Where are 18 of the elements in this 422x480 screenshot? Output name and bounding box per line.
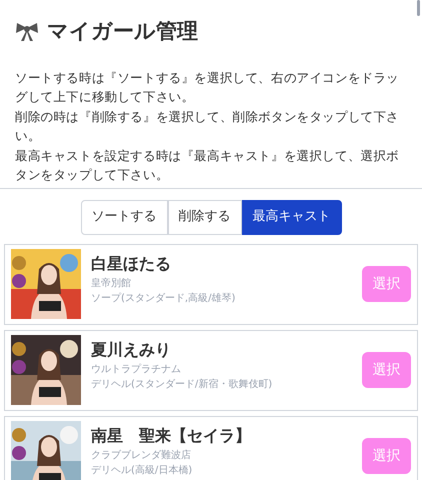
cast-name: 白星ほたる: [91, 254, 172, 274]
mode-tab[interactable]: 削除する: [168, 200, 242, 234]
mode-tab[interactable]: ソートする: [80, 200, 168, 234]
instruction-text: 最高キャストを設定する時は『最高キャスト』を選択して、選択ボタンをタップして下さい。: [15, 146, 400, 184]
page-title: マイガール管理: [47, 18, 198, 45]
scrollbar: [417, 0, 420, 16]
cast-name: 夏川えみり: [91, 340, 172, 360]
cast-name: 南星 聖来【セイラ】: [91, 426, 252, 446]
instruction-text: ソートする時は『ソートする』を選択して、右のアイコンをドラッグして上下に移動して下さい。: [15, 68, 400, 106]
mode-tab[interactable]: 最高キャスト: [242, 200, 342, 234]
category-text: デリヘル(高級/日本橋): [91, 464, 194, 478]
ribbon-icon: [15, 22, 39, 42]
instruction-text: 削除の時は『削除する』を選択して、削除ボタンをタップして下さい。: [15, 108, 400, 144]
shop-name: ウルトラプラチナム: [91, 362, 182, 376]
shop-name: 皇帝別館: [91, 276, 132, 290]
category-text: デリヘル(スタンダード/新宿・歌舞伎町): [91, 378, 274, 392]
shop-name: クラブブレンダ難波店: [91, 448, 192, 462]
category-text: ソープ(スタンダード,高級/雄琴): [91, 292, 236, 306]
